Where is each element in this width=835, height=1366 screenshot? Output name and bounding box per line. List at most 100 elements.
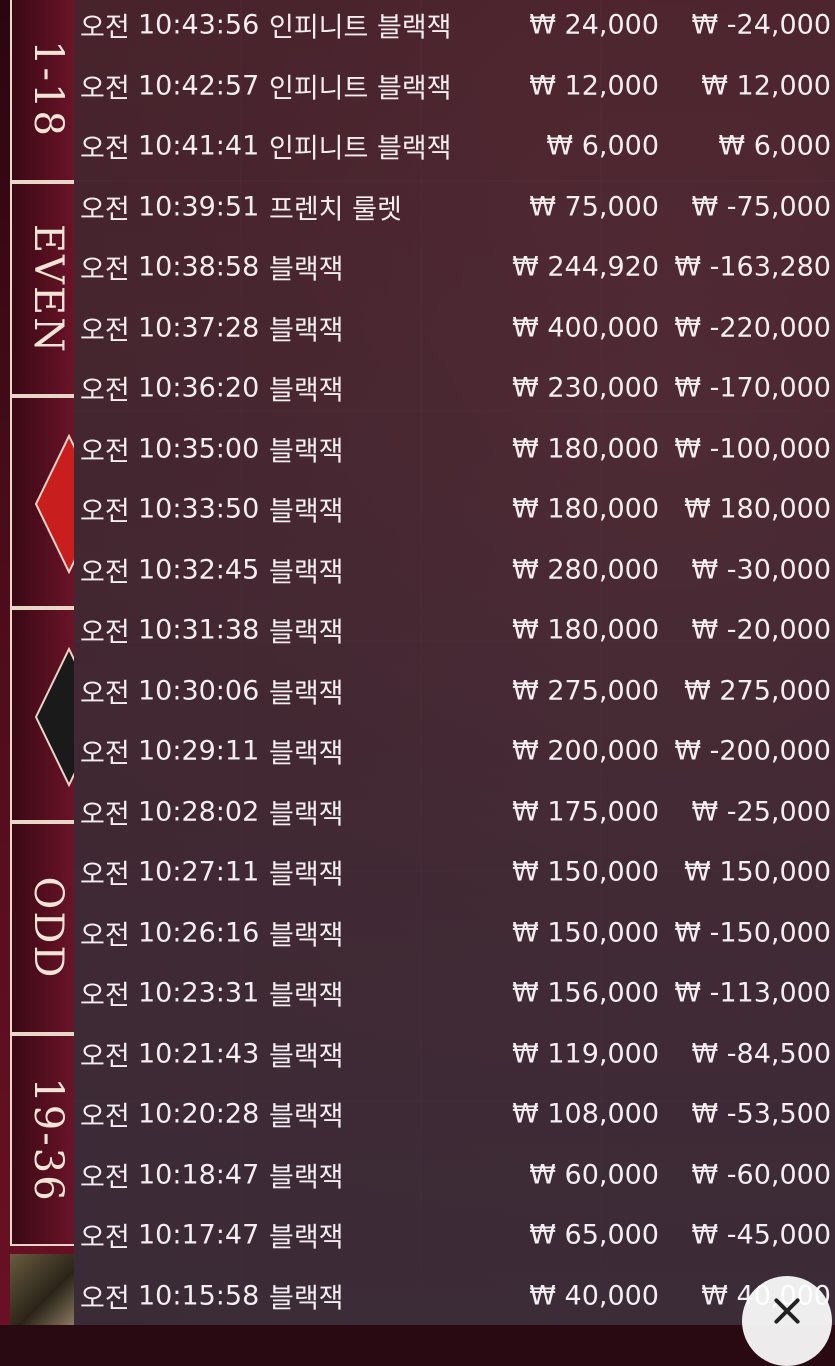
history-ampm: 오전 [80, 799, 130, 831]
history-bet-amount: ₩ 60,000 [529, 1159, 659, 1191]
history-result-amount: ₩ -24,000 [691, 9, 832, 41]
history-ampm: 오전 [80, 920, 130, 952]
history-ampm: 오전 [80, 557, 130, 589]
bet-black[interactable] [10, 608, 74, 822]
history-row[interactable]: 오전 10:37:28 블랙잭 ₩ 400,000 ₩ -220,000 [74, 298, 835, 359]
history-result-amount: ₩ -113,000 [674, 977, 831, 1009]
history-row[interactable]: 오전 10:20:28 블랙잭 ₩ 108,000 ₩ -53,500 [74, 1084, 835, 1145]
history-game-name: 인피니트 블랙잭 [269, 133, 452, 165]
history-game-name: 블랙잭 [269, 1041, 344, 1073]
history-ampm: 오전 [80, 617, 130, 649]
history-game-name: 블랙잭 [269, 799, 344, 831]
history-row[interactable]: 오전 10:35:00 블랙잭 ₩ 180,000 ₩ -100,000 [74, 419, 835, 480]
history-row[interactable]: 오전 10:43:56 인피니트 블랙잭 ₩ 24,000 ₩ -24,000 [74, 0, 835, 56]
history-result-amount: ₩ -150,000 [674, 917, 831, 949]
history-game-name: 인피니트 블랙잭 [269, 12, 452, 44]
history-row[interactable]: 오전 10:29:11 블랙잭 ₩ 200,000 ₩ -200,000 [74, 721, 835, 782]
history-row[interactable]: 오전 10:42:57 인피니트 블랙잭 ₩ 12,000 ₩ 12,000 [74, 56, 835, 117]
history-row[interactable]: 오전 10:18:47 블랙잭 ₩ 60,000 ₩ -60,000 [74, 1145, 835, 1206]
history-row[interactable]: 오전 10:30:06 블랙잭 ₩ 275,000 ₩ 275,000 [74, 661, 835, 722]
history-row[interactable]: 오전 10:27:11 블랙잭 ₩ 150,000 ₩ 150,000 [74, 842, 835, 903]
history-game-name: 블랙잭 [269, 738, 344, 770]
history-row[interactable]: 오전 10:23:31 블랙잭 ₩ 156,000 ₩ -113,000 [74, 963, 835, 1024]
history-bet-amount: ₩ 200,000 [512, 735, 659, 767]
history-game-name: 블랙잭 [269, 1222, 344, 1254]
history-result-amount: ₩ 275,000 [684, 675, 831, 707]
history-time: 10:36:20 [138, 372, 260, 404]
history-time: 10:41:41 [138, 130, 260, 162]
history-bet-amount: ₩ 75,000 [529, 191, 659, 223]
history-result-amount: ₩ -25,000 [691, 796, 832, 828]
history-time: 10:26:16 [138, 917, 260, 949]
bet-odd[interactable]: ODD [10, 822, 74, 1034]
close-button[interactable] [742, 1276, 832, 1366]
history-ampm: 오전 [80, 1041, 130, 1073]
history-ampm: 오전 [80, 1101, 130, 1133]
history-time: 10:29:11 [138, 735, 260, 767]
history-game-name: 프렌치 룰렛 [269, 194, 402, 226]
history-row[interactable]: 오전 10:38:58 블랙잭 ₩ 244,920 ₩ -163,280 [74, 237, 835, 298]
history-ampm: 오전 [80, 12, 130, 44]
history-result-amount: ₩ -220,000 [674, 312, 831, 344]
history-ampm: 오전 [80, 980, 130, 1012]
history-bet-amount: ₩ 150,000 [512, 856, 659, 888]
bet-even-label: EVEN [25, 223, 71, 355]
bet-19-36[interactable]: 19-36 [10, 1034, 74, 1246]
history-row[interactable]: 오전 10:39:51 프렌치 룰렛 ₩ 75,000 ₩ -75,000 [74, 177, 835, 238]
history-row[interactable]: 오전10:15:58블랙잭₩ 40,000₩ 40,000 [74, 1266, 835, 1327]
history-result-amount: ₩ -163,280 [674, 251, 831, 283]
history-result-amount: ₩ 150,000 [684, 856, 831, 888]
history-bet-amount: ₩ 280,000 [512, 554, 659, 586]
history-bet-amount: ₩ 119,000 [512, 1038, 659, 1070]
history-time: 10:35:00 [138, 433, 260, 465]
history-row[interactable]: 오전 10:36:20 블랙잭 ₩ 230,000 ₩ -170,000 [74, 358, 835, 419]
history-result-amount: ₩ -84,500 [691, 1038, 832, 1070]
history-bet-amount: ₩ 230,000 [512, 372, 659, 404]
history-bet-amount: ₩ 180,000 [512, 433, 659, 465]
history-time: 10:30:06 [138, 675, 260, 707]
history-row[interactable]: 오전 10:17:47 블랙잭 ₩ 65,000 ₩ -45,000 [74, 1205, 835, 1266]
history-result-amount: ₩ 180,000 [684, 493, 831, 525]
history-result-amount: ₩ -45,000 [691, 1219, 832, 1251]
history-bet-amount: ₩ 180,000 [512, 493, 659, 525]
history-ampm: 오전 [80, 859, 130, 891]
history-time: 10:39:51 [138, 191, 260, 223]
history-bet-amount: ₩ 108,000 [512, 1098, 659, 1130]
history-ampm: 오전 [80, 254, 130, 286]
bet-1-18[interactable]: 1-18 [10, 0, 74, 182]
history-result-amount: ₩ -75,000 [691, 191, 832, 223]
history-row[interactable]: 오전 10:41:41 인피니트 블랙잭 ₩ 6,000 ₩ 6,000 [74, 116, 835, 177]
red-diamond-icon [34, 434, 74, 574]
history-bet-amount: ₩ 156,000 [512, 977, 659, 1009]
history-row[interactable]: 오전 10:32:45 블랙잭 ₩ 280,000 ₩ -30,000 [74, 540, 835, 601]
bet-19-36-label: 19-36 [25, 1077, 71, 1203]
history-game-name: 블랙잭 [269, 436, 344, 468]
history-time: 10:37:28 [138, 312, 260, 344]
game-thumbnail[interactable] [10, 1254, 74, 1325]
history-row[interactable]: 오전 10:26:16 블랙잭 ₩ 150,000 ₩ -150,000 [74, 903, 835, 964]
history-row[interactable]: 오전 10:31:38 블랙잭 ₩ 180,000 ₩ -20,000 [74, 600, 835, 661]
history-game-name: 블랙잭 [269, 1162, 344, 1194]
history-row[interactable]: 오전 10:28:02 블랙잭 ₩ 175,000 ₩ -25,000 [74, 782, 835, 843]
history-ampm: 오전 [80, 133, 130, 165]
history-time: 10:23:31 [138, 977, 260, 1009]
history-game-name: 블랙잭 [269, 254, 344, 286]
history-time: 10:21:43 [138, 1038, 260, 1070]
history-game-name: 블랙잭 [269, 1283, 344, 1315]
history-bet-amount: ₩ 12,000 [529, 70, 659, 102]
history-result-amount: ₩ 12,000 [701, 70, 831, 102]
history-row[interactable]: 오전 10:33:50 블랙잭 ₩ 180,000 ₩ 180,000 [74, 479, 835, 540]
history-result-amount: ₩ -20,000 [691, 614, 832, 646]
history-ampm: 오전 [80, 73, 130, 105]
bet-red[interactable] [10, 396, 74, 608]
history-bet-amount: ₩ 40,000 [529, 1280, 659, 1312]
history-row[interactable]: 오전 10:21:43 블랙잭 ₩ 119,000 ₩ -84,500 [74, 1024, 835, 1085]
history-result-amount: ₩ -60,000 [691, 1159, 832, 1191]
history-game-name: 블랙잭 [269, 1101, 344, 1133]
history-ampm: 오전 [80, 496, 130, 528]
bet-even[interactable]: EVEN [10, 182, 74, 396]
bet-odd-label: ODD [25, 876, 71, 980]
history-bet-amount: ₩ 180,000 [512, 614, 659, 646]
history-game-name: 블랙잭 [269, 557, 344, 589]
history-result-amount: ₩ -200,000 [674, 735, 831, 767]
